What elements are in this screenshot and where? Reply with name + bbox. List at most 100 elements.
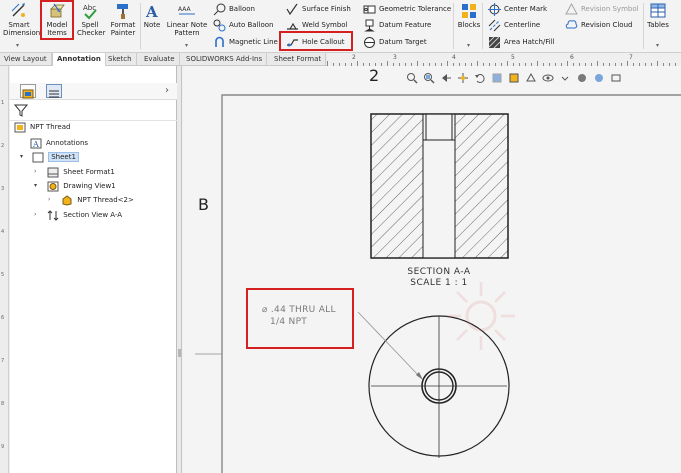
spell-checker-icon: Abc — [83, 4, 97, 20]
splitter-grip[interactable] — [178, 349, 181, 357]
svg-text:A: A — [32, 140, 39, 149]
tree-item-label: NPT Thread — [30, 123, 71, 131]
tree-item-label: Sheet1 — [48, 152, 79, 162]
revision-cloud-button[interactable]: Revision Cloud — [565, 17, 632, 33]
property-manager-tab[interactable] — [46, 84, 62, 98]
auto-balloon-button[interactable]: Auto Balloon — [213, 17, 273, 33]
rotate-icon[interactable] — [474, 72, 486, 84]
feature-tree-tab[interactable] — [20, 84, 36, 99]
blocks-icon — [462, 4, 476, 18]
tree-item-drawing-view1[interactable]: ▾ Drawing View1 — [34, 179, 116, 193]
linear-note-pattern-chevron-down-icon[interactable]: ▾ — [185, 42, 188, 49]
tab-solidworks-add-ins[interactable]: SOLIDWORKS Add-Ins — [182, 53, 268, 66]
chevron-down-icon[interactable] — [559, 72, 571, 84]
zoom-to-fit-icon[interactable] — [406, 72, 418, 84]
previous-view-icon[interactable] — [440, 72, 452, 84]
chevron-down-icon[interactable]: ▾ — [20, 150, 23, 164]
panel-splitter[interactable] — [177, 66, 182, 473]
section-scale: SCALE 1 : 1 — [410, 278, 468, 288]
smart-dimension-chevron-down-icon[interactable]: ▾ — [16, 42, 19, 49]
revision-symbol-icon — [565, 2, 578, 14]
format-painter-button[interactable]: Format Painter — [108, 2, 138, 37]
ruler-number: 8 — [1, 401, 5, 407]
auto-balloon-label: Auto Balloon — [229, 21, 274, 29]
tab-sheet-format[interactable]: Sheet Format — [270, 53, 327, 66]
datum-target-icon — [364, 36, 375, 48]
display-style-icon[interactable] — [508, 72, 520, 84]
horizontal-ruler: 2 3 4 5 6 7 — [327, 53, 681, 66]
tree-item-sheet1[interactable]: ▾ Sheet1 — [20, 150, 79, 164]
section-view-geometry[interactable] — [370, 113, 509, 259]
tree-item-annotations[interactable]: A Annotations — [30, 136, 88, 150]
tree-item-sheet-format1[interactable]: › Sheet Format1 — [34, 165, 115, 179]
center-mark-icon — [488, 2, 501, 16]
tree-item-npt-thread[interactable]: NPT Thread — [14, 120, 70, 134]
spell-checker-button[interactable]: Abc Spell Checker — [77, 2, 105, 37]
tree-item-label: Annotations — [46, 139, 89, 147]
zoom-area-icon[interactable] — [423, 72, 435, 84]
magnetic-line-button[interactable]: Magnetic Line — [213, 34, 278, 50]
revision-cloud-icon — [565, 19, 578, 28]
ruler-number: 3 — [1, 186, 5, 192]
ruler-number: 5 — [1, 272, 5, 278]
chevron-right-icon[interactable]: › — [48, 193, 50, 207]
smart-dimension-icon — [11, 3, 25, 17]
filter-icon[interactable] — [14, 103, 28, 117]
ruler-number: 2 — [352, 54, 356, 61]
chevron-right-icon[interactable]: › — [34, 165, 36, 179]
tab-view-layout[interactable]: View Layout — [0, 53, 52, 66]
chevron-down-icon[interactable]: ▾ — [34, 179, 37, 193]
top-view-geometry[interactable] — [368, 315, 510, 458]
format-painter-icon — [117, 4, 128, 19]
datum-target-label: Datum Target — [379, 38, 427, 46]
tree-item-npt-thread-part[interactable]: › NPT Thread<2> — [48, 193, 134, 207]
blocks-button[interactable]: Blocks — [456, 2, 482, 29]
geometric-tolerance-button[interactable]: Geometric Tolerance — [363, 1, 451, 17]
tables-button[interactable]: Tables — [645, 2, 671, 29]
part-icon — [62, 194, 72, 206]
ruler-number: 9 — [1, 444, 5, 450]
revision-symbol-button[interactable]: Revision Symbol — [565, 1, 639, 17]
blocks-chevron-down-icon[interactable]: ▾ — [467, 42, 470, 49]
tab-annotation[interactable]: Annotation — [52, 53, 106, 66]
section-caption[interactable]: SECTION A-A SCALE 1 : 1 — [379, 267, 499, 289]
drawing-icon — [14, 122, 26, 132]
scene-icon[interactable] — [593, 72, 605, 84]
sheet-icon — [32, 152, 44, 162]
feature-tree-icon — [22, 89, 34, 99]
chevron-right-icon[interactable]: › — [34, 208, 36, 222]
balloon-button[interactable]: Balloon — [213, 1, 255, 17]
leader-arrowhead — [416, 372, 423, 380]
balloon-label: Balloon — [229, 5, 255, 13]
magnetic-line-label: Magnetic Line — [229, 38, 278, 46]
center-mark-button[interactable]: Center Mark — [488, 1, 547, 17]
area-hatch-fill-button[interactable]: Area Hatch/Fill — [488, 34, 555, 50]
area-hatch-icon — [488, 36, 501, 48]
appearance-icon[interactable] — [576, 72, 588, 84]
ruler-number: 7 — [1, 358, 5, 364]
tree-item-section-view[interactable]: › Section View A-A — [34, 208, 122, 222]
section-view-icon — [47, 209, 59, 221]
centerline-button[interactable]: Centerline — [488, 17, 540, 33]
smart-dimension-button[interactable]: Smart Dimension — [3, 2, 40, 37]
tab-evaluate[interactable]: Evaluate — [140, 53, 180, 66]
linear-note-pattern-button[interactable]: AAA Linear Note Pattern — [165, 2, 209, 37]
svg-text:AAA: AAA — [178, 6, 192, 13]
pan-icon[interactable] — [457, 72, 469, 84]
centerline-label: Centerline — [504, 21, 541, 29]
section-view-tool-icon[interactable] — [491, 72, 503, 84]
callout-leader — [357, 311, 420, 377]
datum-target-button[interactable]: Datum Target — [363, 34, 427, 50]
surface-finish-button[interactable]: Surface Finish — [286, 1, 351, 17]
tables-chevron-down-icon[interactable]: ▾ — [656, 42, 659, 49]
note-button[interactable]: A Note — [142, 2, 162, 29]
tab-sketch[interactable]: Sketch — [104, 53, 137, 66]
view-orientation-icon[interactable] — [525, 72, 537, 84]
view-settings-icon[interactable] — [610, 72, 622, 84]
vertical-ruler: 1 2 3 4 5 6 7 8 9 — [0, 66, 9, 473]
datum-feature-label: Datum Feature — [379, 21, 432, 29]
datum-feature-button[interactable]: Datum Feature — [363, 17, 431, 33]
chevron-right-icon[interactable]: › — [165, 85, 169, 96]
drawing-canvas[interactable]: 2 B SECTION A-A SCALE 1 : 1 ⌀ .44 THRU A… — [183, 66, 681, 473]
hide-show-icon[interactable] — [542, 72, 554, 84]
